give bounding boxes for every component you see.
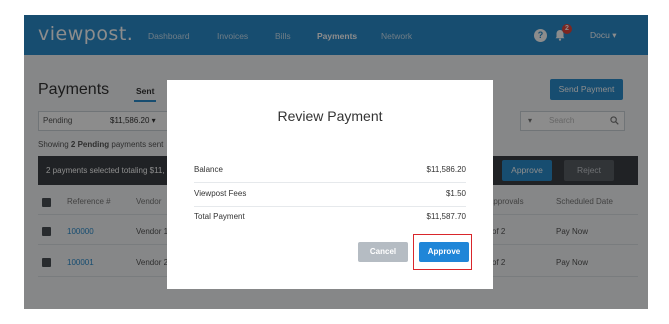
review-payment-dialog: Review Payment Balance $11,586.20 Viewpo…: [167, 80, 493, 289]
approve-highlight-box: [413, 234, 472, 270]
balance-value: $11,586.20: [426, 165, 466, 174]
app-window: viewpost. Dashboard Invoices Bills Payme…: [24, 15, 648, 309]
total-value: $11,587.70: [426, 212, 466, 221]
total-label: Total Payment: [194, 212, 245, 221]
cancel-button[interactable]: Cancel: [358, 242, 408, 262]
fees-label: Viewpost Fees: [194, 189, 247, 198]
balance-row: Balance $11,586.20: [194, 158, 466, 182]
fees-row: Viewpost Fees $1.50: [194, 182, 466, 206]
balance-label: Balance: [194, 165, 223, 174]
dialog-title: Review Payment: [277, 108, 383, 124]
fees-value: $1.50: [445, 189, 466, 198]
total-row: Total Payment $11,587.70: [194, 205, 466, 229]
